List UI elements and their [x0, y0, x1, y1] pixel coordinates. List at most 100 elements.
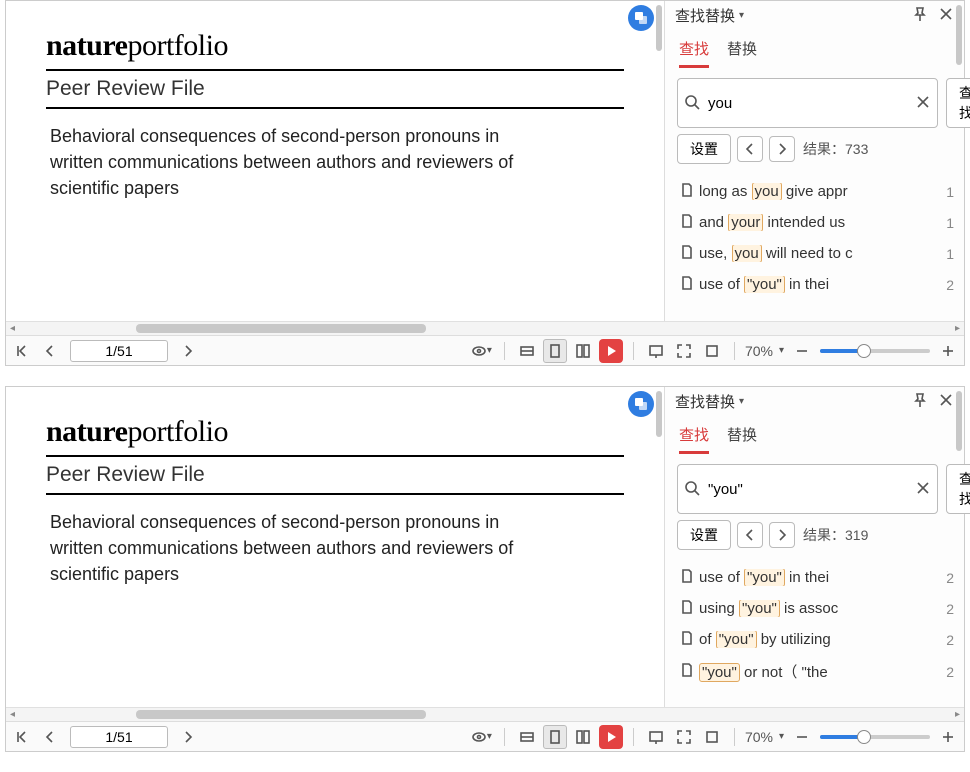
result-snippet: use, you will need to c [699, 245, 936, 262]
zoom-in-button[interactable] [936, 339, 960, 363]
zoom-in-button[interactable] [936, 725, 960, 749]
pin-icon[interactable] [912, 392, 928, 411]
crop-button[interactable] [700, 725, 724, 749]
two-page-button[interactable] [571, 339, 595, 363]
single-page-button[interactable] [543, 339, 567, 363]
next-page-button[interactable] [176, 725, 200, 749]
search-result[interactable]: "you" or not（ "the 2 [677, 655, 960, 688]
prev-page-button[interactable] [38, 339, 62, 363]
settings-button[interactable]: 设置 [677, 520, 731, 550]
zoom-label: 70% [745, 343, 773, 359]
prev-result-button[interactable] [737, 136, 763, 162]
scroll-right-icon[interactable]: ▸ [951, 322, 964, 335]
prev-page-button[interactable] [38, 725, 62, 749]
page-canvas[interactable]: natureportfolio Peer Review File Behavio… [6, 1, 664, 321]
scroll-thumb[interactable] [136, 710, 426, 719]
chevron-down-icon[interactable]: ▾ [739, 396, 744, 407]
file-icon [679, 275, 693, 294]
panel-title: 查找替换 [675, 5, 735, 26]
crop-button[interactable] [700, 339, 724, 363]
search-result[interactable]: long as you give appr 1 [677, 176, 960, 207]
next-result-button[interactable] [769, 522, 795, 548]
search-icon [684, 94, 700, 113]
result-count: 结果：319 [803, 525, 868, 545]
page-canvas[interactable]: natureportfolio Peer Review File Behavio… [6, 387, 664, 707]
file-icon [679, 213, 693, 232]
first-page-button[interactable] [10, 339, 34, 363]
clear-icon[interactable] [915, 94, 931, 113]
search-result[interactable]: use of "you" in thei 2 [677, 269, 960, 300]
search-box[interactable] [677, 464, 938, 514]
brand-heading: natureportfolio [46, 29, 624, 63]
play-button[interactable] [599, 339, 623, 363]
result-snippet: of "you" by utilizing [699, 631, 936, 648]
zoom-chevron-icon[interactable]: ▾ [779, 731, 784, 742]
next-page-button[interactable] [176, 339, 200, 363]
translate-badge[interactable] [628, 5, 654, 31]
zoom-out-button[interactable] [790, 339, 814, 363]
fit-width-button[interactable] [515, 725, 539, 749]
result-snippet: use of "you" in thei [699, 276, 936, 293]
results-list: long as you give appr 1 and your intende… [665, 170, 964, 321]
page-vscroll[interactable] [654, 1, 664, 321]
page-vscroll[interactable] [654, 387, 664, 707]
prev-result-button[interactable] [737, 522, 763, 548]
page-input[interactable] [70, 726, 168, 748]
translate-badge[interactable] [628, 391, 654, 417]
search-result[interactable]: use of "you" in thei 2 [677, 562, 960, 593]
tab-find[interactable]: 查找 [679, 424, 709, 454]
horizontal-scrollbar[interactable]: ◂ ▸ [6, 707, 964, 721]
paper-title: Behavioral consequences of second-person… [46, 109, 546, 201]
settings-button[interactable]: 设置 [677, 134, 731, 164]
search-input[interactable] [706, 480, 909, 499]
clear-icon[interactable] [915, 480, 931, 499]
pdf-viewer-0: natureportfolio Peer Review File Behavio… [5, 0, 965, 366]
scroll-thumb[interactable] [136, 324, 426, 333]
search-result[interactable]: of "you" by utilizing 2 [677, 624, 960, 655]
single-page-button[interactable] [543, 725, 567, 749]
view-mode-button[interactable]: ▾ [469, 725, 494, 749]
first-page-button[interactable] [10, 725, 34, 749]
present-button[interactable] [644, 725, 668, 749]
file-icon [679, 599, 693, 618]
fit-width-button[interactable] [515, 339, 539, 363]
scroll-left-icon[interactable]: ◂ [6, 708, 19, 721]
result-snippet: using "you" is assoc [699, 600, 936, 617]
search-result[interactable]: use, you will need to c 1 [677, 238, 960, 269]
bottom-toolbar: ▾ 70% ▾ [6, 335, 964, 365]
panel-vscroll[interactable] [954, 1, 964, 321]
result-snippet: long as you give appr [699, 183, 936, 200]
close-icon[interactable] [938, 392, 954, 411]
tab-replace[interactable]: 替换 [727, 38, 757, 68]
next-result-button[interactable] [769, 136, 795, 162]
panel-vscroll[interactable] [954, 387, 964, 707]
tab-find[interactable]: 查找 [679, 38, 709, 68]
zoom-chevron-icon[interactable]: ▾ [779, 345, 784, 356]
search-result[interactable]: and your intended us 1 [677, 207, 960, 238]
horizontal-scrollbar[interactable]: ◂ ▸ [6, 321, 964, 335]
fullscreen-button[interactable] [672, 725, 696, 749]
pin-icon[interactable] [912, 6, 928, 25]
fullscreen-button[interactable] [672, 339, 696, 363]
scroll-right-icon[interactable]: ▸ [951, 708, 964, 721]
zoom-slider[interactable] [820, 735, 930, 739]
search-result[interactable]: using "you" is assoc 2 [677, 593, 960, 624]
panel-title: 查找替换 [675, 391, 735, 412]
play-button[interactable] [599, 725, 623, 749]
zoom-slider[interactable] [820, 349, 930, 353]
bottom-toolbar: ▾ 70% ▾ [6, 721, 964, 751]
scroll-left-icon[interactable]: ◂ [6, 322, 19, 335]
chevron-down-icon[interactable]: ▾ [739, 10, 744, 21]
search-input[interactable] [706, 94, 909, 113]
tab-replace[interactable]: 替换 [727, 424, 757, 454]
page-input[interactable] [70, 340, 168, 362]
view-mode-button[interactable]: ▾ [469, 339, 494, 363]
present-button[interactable] [644, 339, 668, 363]
two-page-button[interactable] [571, 725, 595, 749]
zoom-out-button[interactable] [790, 725, 814, 749]
result-snippet: and your intended us [699, 214, 936, 231]
file-icon [679, 568, 693, 587]
file-icon [679, 630, 693, 649]
close-icon[interactable] [938, 6, 954, 25]
search-box[interactable] [677, 78, 938, 128]
